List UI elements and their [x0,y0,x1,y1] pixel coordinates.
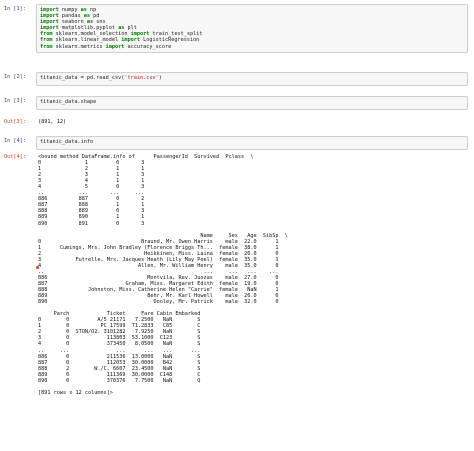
code-token: titanic_data.info [40,139,94,145]
code-source: titanic_data = pd.read_csv('train.csv') [37,73,467,83]
code-token: import [40,13,59,20]
code-token: from [40,43,53,50]
code-editor[interactable]: titanic_data = pd.read_csv('train.csv') [36,72,468,86]
code-token: import [105,43,125,50]
code-editor[interactable]: import numpy as np import pandas as pd i… [36,4,468,53]
code-token: titanic_data.shape [40,99,97,105]
code-token: import [121,37,140,44]
code-token: 'train.csv' [124,75,159,81]
output-prompt: Out[3]: [4,119,26,125]
code-token: LogisticRegression [139,37,200,44]
code-token: pd [90,13,100,20]
code-token: ) [158,75,162,81]
code-token: accuracy_score [124,43,172,50]
code-token: train_test_split [149,31,203,38]
code-editor[interactable]: titanic_data.shape [36,96,468,110]
output-prompt: Out[4]: [4,154,26,160]
code-token: import [130,31,150,38]
code-token: import [40,19,59,26]
code-source: titanic_data.info [37,137,467,147]
output-text: <bound method DataFrame.info of Passenge… [38,154,288,396]
code-token: seaborn [58,19,87,26]
code-token: titanic_data = pd.read_csv( [40,75,125,81]
code-token: numpy [58,7,81,13]
code-token: np [86,7,97,13]
input-prompt: In [4]: [4,138,26,144]
code-token: import [40,25,59,32]
code-source: import numpy as np import pandas as pd i… [37,5,467,52]
code-token: from [40,37,53,44]
code-token: sklearn.model_selection [52,31,131,38]
code-token: sns [93,19,106,26]
code-editor[interactable]: titanic_data.info [36,136,468,150]
code-token: matplotlib.pyplot [58,25,119,32]
input-prompt: In [1]: [4,6,26,12]
code-source: titanic_data.shape [37,97,467,107]
code-token: pandas [58,13,84,20]
output-text: (891, 12) [38,119,67,125]
input-prompt: In [3]: [4,98,26,104]
code-token: import [40,7,59,13]
cursor-marker [36,266,39,269]
code-token: sklearn.linear_model [52,37,122,44]
code-token: sklearn.metrics [52,43,106,50]
code-token: from [40,31,53,38]
code-token: plt [124,25,137,32]
input-prompt: In [2]: [4,74,26,80]
